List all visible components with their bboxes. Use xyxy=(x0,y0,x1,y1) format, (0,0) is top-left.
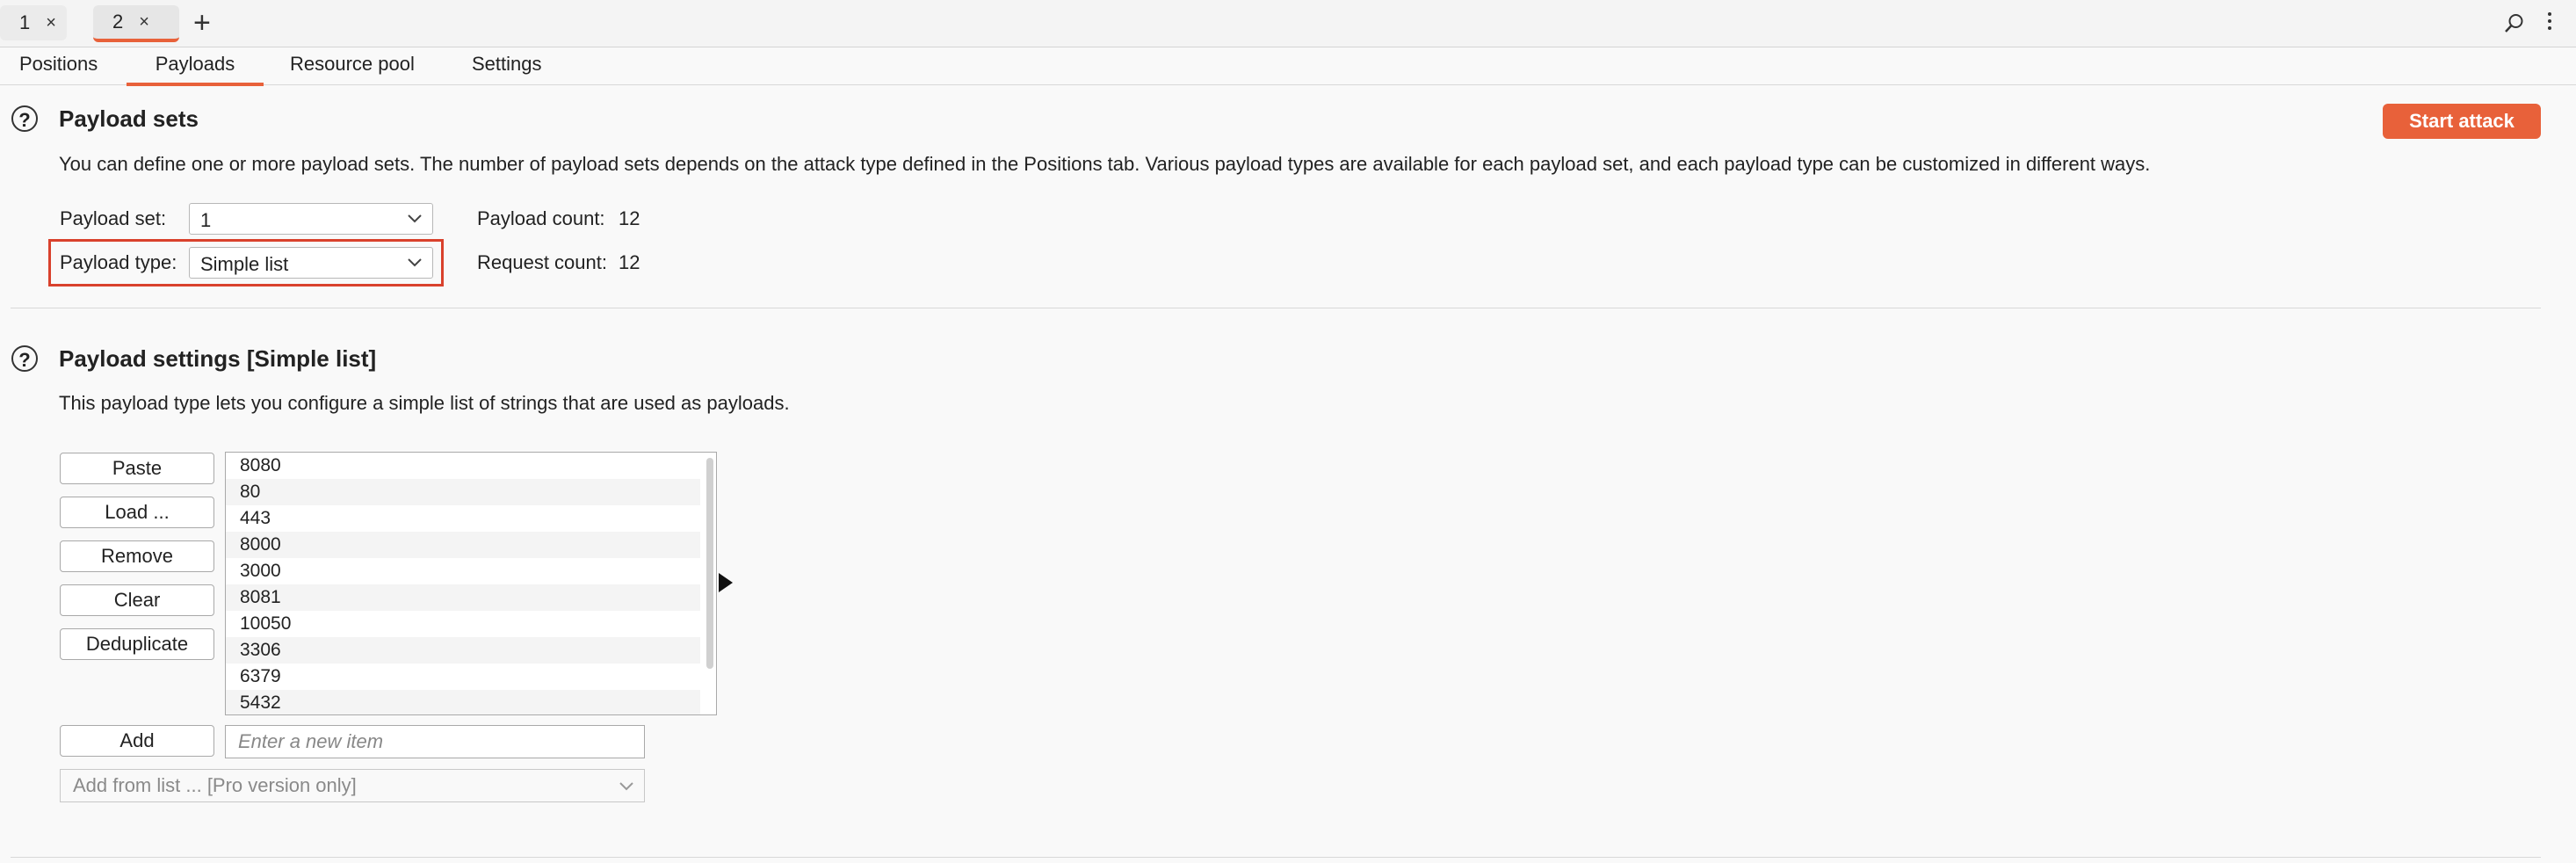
request-count-value: 12 xyxy=(619,251,640,273)
clear-button[interactable]: Clear xyxy=(60,584,214,616)
payload-set-label: Payload set: xyxy=(60,207,167,229)
attack-tab-label: 1 xyxy=(19,11,31,33)
request-count-label: Request count: xyxy=(477,251,607,273)
payload-sets-description: You can define one or more payload sets.… xyxy=(59,153,2151,175)
tab-resource-pool[interactable]: Resource pool xyxy=(290,53,415,83)
help-icon[interactable]: ? xyxy=(11,345,38,372)
paste-button[interactable]: Paste xyxy=(60,453,214,484)
subtab-bar: Positions Payloads Resource pool Setting… xyxy=(0,47,2576,86)
payload-count-label: Payload count: xyxy=(477,207,605,229)
attack-tab-label: 2 xyxy=(112,11,124,33)
expand-arrow-icon[interactable] xyxy=(719,573,733,592)
section-divider xyxy=(11,857,2541,858)
tab-payloads[interactable]: Payloads xyxy=(127,53,264,86)
remove-button[interactable]: Remove xyxy=(60,540,214,572)
attack-tab-1[interactable]: 1 × xyxy=(0,5,67,40)
add-from-list-label: Add from list ... [Pro version only] xyxy=(73,774,357,796)
tab-positions[interactable]: Positions xyxy=(19,53,98,83)
section-title-payload-sets: Payload sets xyxy=(59,105,199,132)
attack-tab-2[interactable]: 2 × xyxy=(93,5,179,42)
attack-tab-bar: 1 × 2 × + xyxy=(0,0,2576,47)
payload-set-value: 1 xyxy=(200,209,212,231)
list-item[interactable]: 80 xyxy=(226,479,700,505)
chevron-down-icon xyxy=(408,214,422,223)
start-attack-button[interactable]: Start attack xyxy=(2383,104,2541,139)
add-from-list-select: Add from list ... [Pro version only] xyxy=(60,769,645,802)
list-item[interactable]: 3000 xyxy=(226,558,700,584)
list-item[interactable]: 8081 xyxy=(226,584,700,611)
payload-list[interactable]: 8080 80 443 8000 3000 8081 10050 3306 63… xyxy=(225,452,717,715)
list-item[interactable]: 6379 xyxy=(226,664,700,690)
payload-type-value: Simple list xyxy=(200,253,289,275)
chevron-down-icon xyxy=(408,258,422,267)
kebab-menu-icon[interactable] xyxy=(2546,10,2553,36)
new-tab-plus-icon[interactable]: + xyxy=(193,7,211,39)
payload-settings-description: This payload type lets you configure a s… xyxy=(59,392,790,414)
payload-set-select[interactable]: 1 xyxy=(189,203,433,235)
chevron-down-icon xyxy=(619,782,633,791)
new-item-input[interactable]: Enter a new item xyxy=(225,725,645,758)
list-item[interactable]: 3306 xyxy=(226,637,700,664)
payload-count-value: 12 xyxy=(619,207,640,229)
payload-type-select[interactable]: Simple list xyxy=(189,247,433,279)
list-item[interactable]: 5432 xyxy=(226,690,700,714)
search-icon[interactable] xyxy=(2504,12,2525,33)
load-button[interactable]: Load ... xyxy=(60,497,214,528)
section-title-payload-settings: Payload settings [Simple list] xyxy=(59,345,377,372)
tab-settings[interactable]: Settings xyxy=(472,53,542,83)
list-item[interactable]: 8080 xyxy=(226,453,700,479)
payload-type-label: Payload type: xyxy=(60,251,177,273)
list-item[interactable]: 10050 xyxy=(226,611,700,637)
close-icon[interactable]: × xyxy=(46,13,56,33)
deduplicate-button[interactable]: Deduplicate xyxy=(60,628,214,660)
list-scrollbar[interactable] xyxy=(706,458,713,669)
list-item[interactable]: 443 xyxy=(226,505,700,532)
help-icon[interactable]: ? xyxy=(11,105,38,132)
list-item[interactable]: 8000 xyxy=(226,532,700,558)
add-button[interactable]: Add xyxy=(60,725,214,757)
close-icon[interactable]: × xyxy=(139,12,149,33)
